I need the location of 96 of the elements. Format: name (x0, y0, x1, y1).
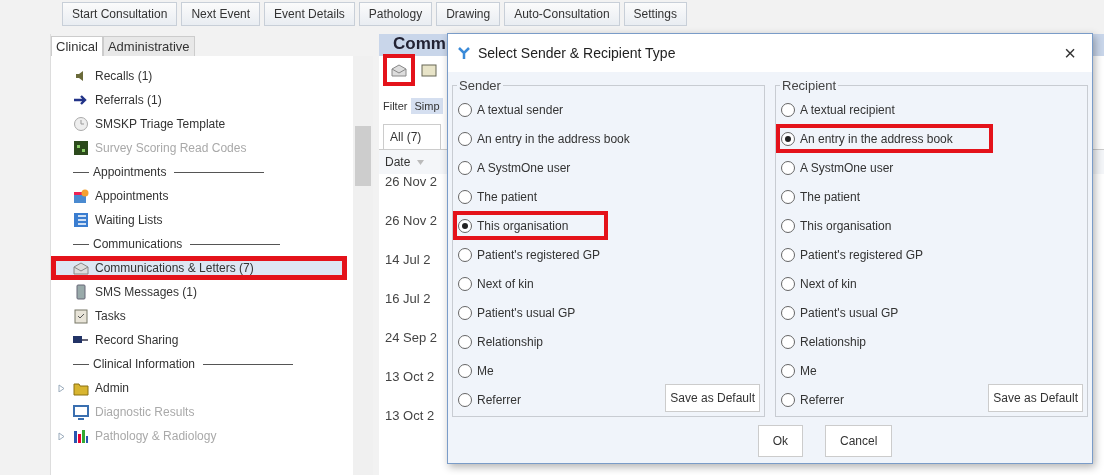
sidebar-item[interactable]: Admin (51, 376, 347, 400)
sidebar-item[interactable]: Tasks (51, 304, 347, 328)
sort-icon (416, 157, 426, 167)
section-heading: Clinical Information (93, 357, 196, 371)
clock-icon (73, 116, 89, 132)
section-heading: Communications (93, 237, 183, 251)
radio-option[interactable]: Relationship (453, 327, 556, 356)
radio-option[interactable]: A SystmOne user (453, 153, 583, 182)
radio-button[interactable] (457, 217, 473, 234)
radio-option[interactable]: An entry in the address book (776, 124, 993, 153)
dialog-button[interactable]: Cancel (825, 425, 893, 457)
radio-button[interactable] (780, 362, 796, 379)
radio-button[interactable] (457, 188, 473, 205)
radio-option[interactable]: Me (776, 356, 829, 385)
date-cell: 16 Jul 2 (385, 291, 431, 306)
radio-option[interactable]: Me (453, 356, 506, 385)
radio-button[interactable] (457, 304, 473, 321)
sidebar-item[interactable]: SMSKP Triage Template (51, 112, 347, 136)
radio-button[interactable] (780, 391, 796, 408)
scrollbar-thumb[interactable] (355, 126, 371, 186)
radio-option[interactable]: The patient (453, 182, 550, 211)
save-default-button[interactable]: Save as Default (988, 384, 1083, 412)
radio-option[interactable]: Patient's usual GP (453, 298, 588, 327)
sidebar-item[interactable]: Record Sharing (51, 328, 347, 352)
toolbar-button[interactable]: Event Details (264, 2, 355, 26)
column-header[interactable]: Date (385, 155, 411, 169)
filter-label: Filter (383, 100, 408, 112)
radio-button[interactable] (457, 246, 473, 263)
date-cell: 26 Nov 2 (385, 174, 438, 189)
radio-button[interactable] (780, 130, 796, 147)
radio-button[interactable] (780, 304, 796, 321)
sidebar-item[interactable]: Referrals (1) (51, 88, 347, 112)
date-cell: 24 Sep 2 (385, 330, 438, 345)
radio-option[interactable]: Patient's registered GP (776, 240, 936, 269)
radio-button[interactable] (457, 362, 473, 379)
toolbar-button[interactable]: Settings (623, 2, 687, 26)
group-legend: Recipient (780, 78, 839, 93)
radio-option[interactable]: Next of kin (453, 269, 546, 298)
group-legend: Sender (457, 78, 503, 93)
radio-button[interactable] (780, 246, 796, 263)
envelope-icon[interactable] (383, 54, 415, 86)
radio-option[interactable]: The patient (776, 182, 873, 211)
toolbar-button[interactable]: Drawing (436, 2, 501, 26)
toolbar-button[interactable]: Pathology (358, 2, 433, 26)
sidebar-item[interactable]: Appointments (51, 184, 347, 208)
radio-button[interactable] (457, 275, 473, 292)
sidebar-item[interactable]: SMS Messages (1) (51, 280, 347, 304)
list-icon (73, 212, 89, 228)
radio-option[interactable]: Referrer (453, 385, 533, 414)
sidebar-item[interactable]: Communications & Letters (7) (51, 256, 347, 280)
radio-button[interactable] (457, 333, 473, 350)
save-default-button[interactable]: Save as Default (665, 384, 760, 412)
radio-option[interactable]: A textual recipient (776, 95, 907, 124)
envelope-icon (73, 260, 89, 276)
radio-option[interactable]: Patient's usual GP (776, 298, 911, 327)
radio-option[interactable]: A textual sender (453, 95, 576, 124)
radio-button[interactable] (780, 275, 796, 292)
radio-option[interactable]: A SystmOne user (776, 153, 906, 182)
radio-button[interactable] (780, 159, 796, 176)
radio-button[interactable] (780, 101, 796, 118)
section-heading: Appointments (93, 165, 167, 179)
folder-icon (73, 380, 89, 396)
radio-button[interactable] (780, 188, 796, 205)
sidebar-tab[interactable]: Clinical (51, 36, 103, 56)
date-cell: 13 Oct 2 (385, 408, 435, 423)
toolbar-button[interactable]: Next Event (181, 2, 261, 26)
radio-option[interactable]: Next of kin (776, 269, 869, 298)
radio-button[interactable] (780, 333, 796, 350)
grid-icon (73, 140, 89, 156)
filter-option[interactable]: Simp (411, 98, 443, 114)
radio-button[interactable] (780, 217, 796, 234)
radio-button[interactable] (457, 101, 473, 118)
date-cell: 14 Jul 2 (385, 252, 431, 267)
sidebar-tab[interactable]: Administrative (102, 36, 195, 56)
date-cell: 13 Oct 2 (385, 369, 435, 384)
radio-option[interactable]: Patient's registered GP (453, 240, 613, 269)
dialog-button[interactable]: Ok (757, 425, 803, 457)
radio-option[interactable]: This organisation (453, 211, 609, 240)
radio-option[interactable]: Referrer (776, 385, 856, 414)
radio-option[interactable]: Relationship (776, 327, 879, 356)
calendar-icon (73, 188, 89, 204)
sidebar-item[interactable]: Recalls (1) (51, 64, 347, 88)
radio-button[interactable] (457, 159, 473, 176)
sidebar-item[interactable]: Waiting Lists (51, 208, 347, 232)
toolbar-button[interactable]: Auto-Consultation (504, 2, 620, 26)
radio-option[interactable]: An entry in the address book (453, 124, 642, 153)
bar-chart-icon (73, 428, 89, 444)
radio-button[interactable] (457, 391, 473, 408)
monitor-icon (73, 404, 89, 420)
phone-icon (73, 284, 89, 300)
date-cell: 26 Nov 2 (385, 213, 438, 228)
clipboard-icon (73, 308, 89, 324)
app-logo-icon (458, 46, 470, 60)
toolbar-button[interactable]: Start Consultation (62, 2, 178, 26)
radio-option[interactable]: This organisation (776, 211, 904, 240)
radio-button[interactable] (457, 130, 473, 147)
